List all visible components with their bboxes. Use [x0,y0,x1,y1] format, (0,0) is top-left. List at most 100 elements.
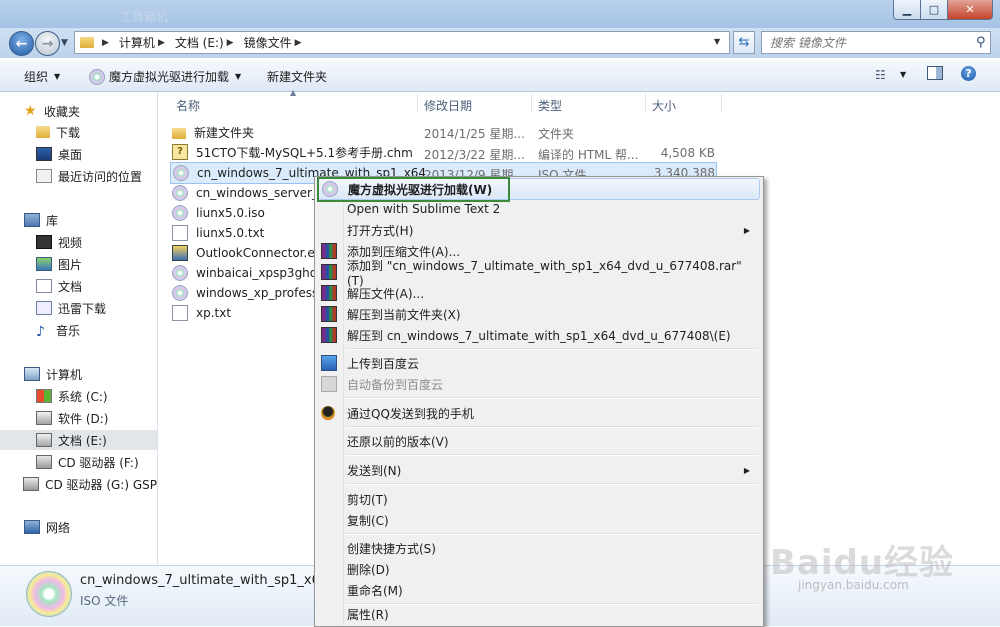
menu-item-open-sublime[interactable]: Open with Sublime Text 2 [318,199,758,219]
file-row[interactable]: windows_xp_professio [172,283,329,303]
column-divider[interactable] [645,94,646,112]
preview-pane-button[interactable] [927,66,943,80]
recent-pages-dropdown[interactable]: ▼ [61,38,68,48]
nav-recent-places[interactable]: 最近访问的位置 [0,166,157,186]
nav-label: 文档 (E:) [58,433,107,448]
nav-libraries[interactable]: 库 [0,210,157,230]
nav-drive-e[interactable]: 文档 (E:) [0,430,157,450]
column-header-size[interactable]: 大小 [652,97,676,114]
change-view-button[interactable]: ☷ [875,68,886,82]
search-box[interactable]: ⚲ [761,31,991,54]
nav-label: 收藏夹 [44,104,81,119]
mount-virtual-drive-button[interactable]: 魔方虚拟光驱进行加载 ▼ [89,68,241,85]
minimize-button[interactable]: ▁ [893,0,921,20]
close-button[interactable]: ✕ [947,0,993,20]
menu-item-properties[interactable]: 属性(R) [318,605,758,623]
menu-separator [345,426,759,428]
nav-label: 网络 [46,520,71,535]
file-name: 51CTO下载-MySQL+5.1参考手册.chm [196,145,413,160]
file-row[interactable]: winbaicai_xpsp3ghost [172,263,328,283]
music-note-icon: ♪ [36,324,45,340]
menu-item-cut[interactable]: 剪切(T) [318,489,758,509]
nav-drive-c[interactable]: 系统 (C:) [0,386,157,406]
nav-drive-g[interactable]: CD 驱动器 (G:) GSP [0,474,157,494]
back-button[interactable]: ← [9,31,34,56]
nav-label: CD 驱动器 (G:) GSP [45,477,157,492]
nav-network[interactable]: 网络 [0,517,157,537]
forward-arrow-icon: → [41,35,54,52]
breadcrumb-computer[interactable]: 计算机 ▶ [119,34,170,51]
search-icon[interactable]: ⚲ [976,35,986,50]
nav-favorites[interactable]: ★ 收藏夹 [0,101,157,121]
menu-item-send-qq[interactable]: 通过QQ发送到我的手机 [318,403,758,423]
column-divider[interactable] [417,94,418,112]
nav-label: 软件 (D:) [58,411,109,426]
nav-thunder-downloads[interactable]: 迅雷下载 [0,298,157,318]
file-size: 4,508 KB [660,146,715,160]
address-bar[interactable]: ▶ 计算机 ▶ 文档 (E:) ▶ 镜像文件 ▶ [74,31,730,54]
menu-item-extract-here[interactable]: 解压到当前文件夹(X) [318,304,758,324]
nav-pictures[interactable]: 图片 [0,254,157,274]
chevron-down-icon: ▼ [54,72,61,81]
breadcrumb-drive-e[interactable]: 文档 (E:) ▶ [175,34,239,51]
star-icon: ★ [24,103,37,119]
file-row[interactable]: liunx5.0.txt [172,223,264,243]
breadcrumb-root-arrow[interactable]: ▶ [99,38,114,48]
menu-item-extract-to-folder[interactable]: 解压到 cn_windows_7_ultimate_with_sp1_x64_d… [318,325,758,345]
column-divider[interactable] [721,94,722,112]
forward-button[interactable]: → [35,31,60,56]
winrar-icon [321,285,337,301]
menu-item-create-shortcut[interactable]: 创建快捷方式(S) [318,538,758,558]
file-row[interactable]: liunx5.0.iso [172,203,265,223]
nav-documents[interactable]: 文档 [0,276,157,296]
help-button[interactable]: ? [961,66,976,81]
menu-item-delete[interactable]: 删除(D) [318,559,758,579]
file-row[interactable]: OutlookConnector.exe [172,243,329,263]
view-dropdown-button[interactable]: ▼ [900,70,906,79]
nav-computer[interactable]: 计算机 [0,364,157,384]
submenu-arrow-icon: ▶ [743,465,750,475]
menu-item-rename[interactable]: 重命名(M) [318,580,758,600]
file-date: 2014/1/25 星期... [424,127,525,141]
column-divider[interactable] [531,94,532,112]
nav-music[interactable]: ♪ 音乐 [0,320,157,341]
file-type: 文件夹 [538,127,575,141]
nav-videos[interactable]: 视频 [0,232,157,252]
new-folder-button[interactable]: 新建文件夹 [267,68,327,85]
menu-item-open-with[interactable]: 打开方式(H) ▶ [318,220,758,240]
file-name: liunx5.0.txt [196,226,265,240]
folder-icon [172,127,186,139]
chm-help-file-icon: ? [172,144,188,160]
nav-drive-d[interactable]: 软件 (D:) [0,408,157,428]
nav-label: 系统 (C:) [58,389,108,404]
column-header-type[interactable]: 类型 [538,97,562,114]
cd-drive-icon [23,477,40,491]
file-row[interactable]: cn_windows_server_20 [172,183,333,203]
menu-item-extract-files[interactable]: 解压文件(A)... [318,283,758,303]
menu-item-upload-baidu[interactable]: 上传到百度云 [318,353,758,373]
nav-downloads[interactable]: 下载 [0,122,157,142]
menu-item-send-to[interactable]: 发送到(N) ▶ [318,460,758,480]
maximize-button[interactable]: □ [920,0,948,20]
menu-separator [345,348,759,350]
refresh-button[interactable]: ⇆ [733,31,755,54]
menu-item-add-to-rar[interactable]: 添加到 "cn_windows_7_ultimate_with_sp1_x64_… [318,259,758,288]
breadcrumb-images-folder[interactable]: 镜像文件 ▶ [244,34,307,51]
thunder-download-icon [36,301,52,315]
nav-drive-f[interactable]: CD 驱动器 (F:) [0,452,157,472]
column-header-date[interactable]: 修改日期 [424,97,472,114]
iso-disc-icon [173,165,189,181]
address-dropdown-button[interactable]: ▼ [714,37,720,46]
menu-item-restore-previous[interactable]: 还原以前的版本(V) [318,431,758,451]
menu-item-copy[interactable]: 复制(C) [318,510,758,530]
organize-button[interactable]: 组织 ▼ [24,68,60,85]
file-date: 2012/3/22 星期... [424,148,525,162]
column-header-name[interactable]: 名称 [176,97,200,114]
search-input[interactable] [768,34,972,51]
recent-places-icon [36,169,52,183]
file-row[interactable]: xp.txt [172,303,231,323]
help-icon: ? [965,67,972,80]
file-name: liunx5.0.iso [196,206,265,220]
nav-desktop[interactable]: 桌面 [0,144,157,164]
disc-icon [89,68,105,85]
